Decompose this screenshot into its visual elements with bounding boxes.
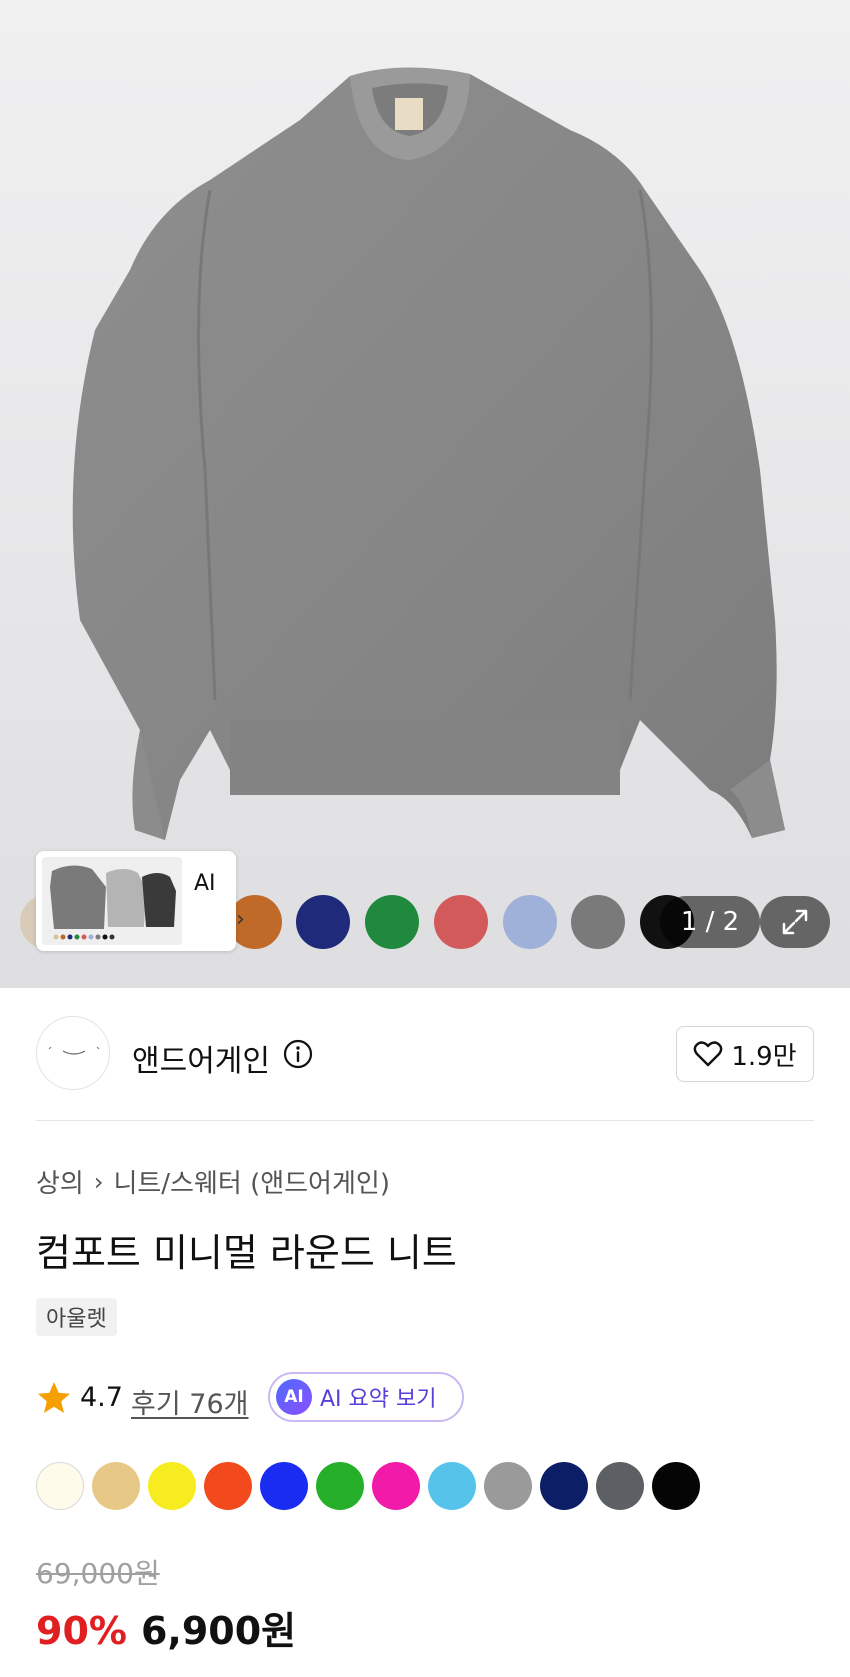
- ai-thumbnail-card[interactable]: AI ›: [36, 851, 245, 951]
- product-title: 컴포트 미니멀 라운드 니트: [36, 1231, 457, 1275]
- chevron-right-icon: ›: [236, 907, 245, 932]
- color-option[interactable]: [260, 1462, 308, 1510]
- brand-name[interactable]: 앤드어게인: [132, 1036, 270, 1080]
- like-count: 1.9만: [731, 1041, 797, 1072]
- hero-swatch[interactable]: [503, 895, 557, 949]
- breadcrumb: 상의 › 니트/스웨터 (앤드어게인): [36, 1163, 390, 1200]
- rating-value: 4.7: [80, 1382, 123, 1413]
- review-count-link[interactable]: 후기 76개: [131, 1382, 248, 1421]
- product-image-gallery[interactable]: AI › 1 / 2: [0, 0, 850, 988]
- original-price: 69,000원: [36, 1557, 160, 1590]
- color-option[interactable]: [148, 1462, 196, 1510]
- color-option[interactable]: [204, 1462, 252, 1510]
- hero-swatch[interactable]: [365, 895, 419, 949]
- breadcrumb-item[interactable]: 상의: [36, 1163, 84, 1200]
- color-option[interactable]: [484, 1462, 532, 1510]
- info-icon[interactable]: [282, 1038, 314, 1070]
- outlet-badge: 아울렛: [36, 1298, 117, 1336]
- color-option[interactable]: [428, 1462, 476, 1510]
- chevron-right-icon: ›: [93, 1167, 104, 1196]
- color-option[interactable]: [92, 1462, 140, 1510]
- ai-summary-label: AI 요약 보기: [320, 1387, 437, 1412]
- like-button[interactable]: 1.9만: [676, 1026, 814, 1082]
- sale-price: 6,900원: [140, 1609, 297, 1653]
- color-option[interactable]: [652, 1462, 700, 1510]
- color-option[interactable]: [316, 1462, 364, 1510]
- hero-swatch[interactable]: [296, 895, 350, 949]
- hero-swatch[interactable]: [434, 895, 488, 949]
- star-icon: [38, 1382, 70, 1413]
- brand-avatar[interactable]: [36, 1016, 110, 1090]
- color-option[interactable]: [36, 1462, 84, 1510]
- color-option[interactable]: [372, 1462, 420, 1510]
- color-option[interactable]: [540, 1462, 588, 1510]
- product-image: [72, 67, 785, 840]
- expand-image-button[interactable]: [760, 896, 830, 948]
- brand-row: 앤드어게인 1.9만: [36, 1016, 814, 1092]
- discount-rate: 90%: [36, 1609, 127, 1653]
- color-options: [36, 1462, 836, 1510]
- thumbnail-ai-label: AI: [194, 871, 216, 896]
- image-page-counter: 1 / 2: [660, 896, 760, 948]
- hero-swatch[interactable]: [571, 895, 625, 949]
- divider: [36, 1120, 814, 1121]
- expand-icon: [782, 909, 808, 935]
- ai-summary-button[interactable]: AI AI 요약 보기: [268, 1372, 464, 1422]
- price-row: 90% 6,900원: [36, 1600, 296, 1653]
- thumbnail-image: [42, 857, 182, 945]
- ai-badge-icon: AI: [276, 1379, 312, 1415]
- color-option[interactable]: [596, 1462, 644, 1510]
- rating-row: 4.7 후기 76개 AI AI 요약 보기: [36, 1372, 736, 1422]
- heart-icon: [694, 1041, 723, 1067]
- breadcrumb-item[interactable]: 니트/스웨터 (앤드어게인): [113, 1163, 390, 1200]
